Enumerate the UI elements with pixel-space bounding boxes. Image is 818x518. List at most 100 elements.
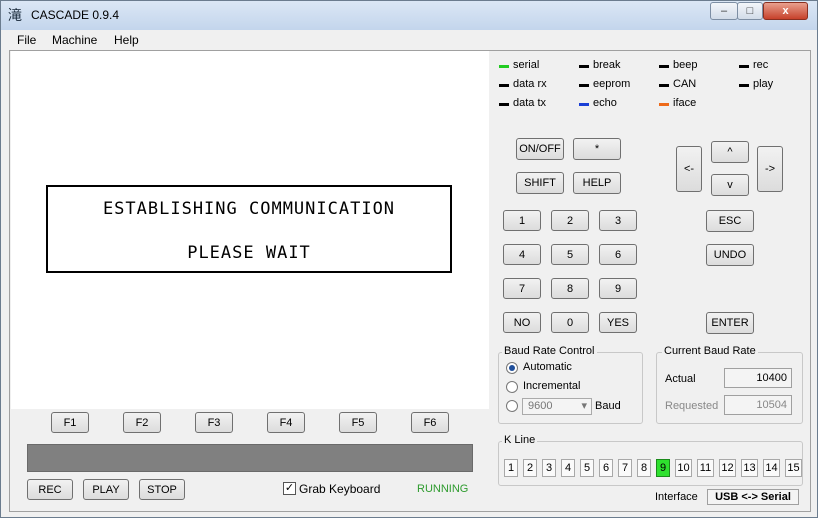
f2-button[interactable]: F2 xyxy=(123,412,161,433)
minimize-button[interactable]: – xyxy=(710,2,738,20)
kanji-app-icon: 滝 xyxy=(8,7,22,23)
enter-button[interactable]: ENTER xyxy=(706,312,754,334)
indicator-led xyxy=(499,84,509,87)
k-line-10-option[interactable]: 10 xyxy=(675,459,692,477)
indicator-label: data rx xyxy=(513,78,547,90)
k-line-3-option[interactable]: 3 xyxy=(542,459,556,477)
title-bar[interactable]: 滝 CASCADE 0.9.4 – □ x xyxy=(1,1,817,30)
down-arrow-button[interactable]: v xyxy=(711,174,749,196)
indicator-led xyxy=(739,65,749,68)
indicator-label: break xyxy=(593,59,621,71)
left-arrow-button[interactable]: <- xyxy=(676,146,702,192)
app-window: 滝 CASCADE 0.9.4 – □ x File Machine Help … xyxy=(0,0,818,518)
k-line-14-option[interactable]: 14 xyxy=(763,459,780,477)
indicator-led xyxy=(659,65,669,68)
indicator-led xyxy=(499,65,509,68)
close-button[interactable]: x xyxy=(763,2,808,20)
indicator-led xyxy=(579,65,589,68)
menu-machine[interactable]: Machine xyxy=(52,33,97,47)
undo-button[interactable]: UNDO xyxy=(706,244,754,266)
f3-button[interactable]: F3 xyxy=(195,412,233,433)
shift-button[interactable]: SHIFT xyxy=(516,172,564,194)
f4-button[interactable]: F4 xyxy=(267,412,305,433)
indicator-led xyxy=(579,84,589,87)
chevron-down-icon: ▾ xyxy=(581,400,587,412)
lcd-line-2: PLEASE WAIT xyxy=(187,243,311,263)
k-line-7-option[interactable]: 7 xyxy=(618,459,632,477)
key-4-button[interactable]: 4 xyxy=(503,244,541,265)
help-button[interactable]: HELP xyxy=(573,172,621,194)
grab-keyboard-checkbox[interactable]: ✓ xyxy=(283,482,296,495)
indicator-led xyxy=(659,84,669,87)
status-running: RUNNING xyxy=(417,483,469,495)
key-0-button[interactable]: 0 xyxy=(551,312,589,333)
indicator-led xyxy=(739,84,749,87)
window-title: CASCADE 0.9.4 xyxy=(31,8,120,22)
baud-select[interactable]: 9600 ▾ xyxy=(522,398,592,415)
menu-bar: File Machine Help xyxy=(9,30,809,50)
k-line-9-option[interactable]: 9 xyxy=(656,459,670,477)
incremental-radio[interactable] xyxy=(506,381,518,393)
actual-label: Actual xyxy=(665,373,696,385)
indicator-led xyxy=(579,103,589,106)
k-line-12-option[interactable]: 12 xyxy=(719,459,736,477)
automatic-radio[interactable] xyxy=(506,362,518,374)
k-line-6-option[interactable]: 6 xyxy=(599,459,613,477)
indicator-label: iface xyxy=(673,97,697,109)
stop-button[interactable]: STOP xyxy=(139,479,185,500)
key-7-button[interactable]: 7 xyxy=(503,278,541,299)
k-line-15-option[interactable]: 15 xyxy=(785,459,802,477)
yes-button[interactable]: YES xyxy=(599,312,637,333)
indicator-label: rec xyxy=(753,59,769,71)
up-arrow-button[interactable]: ^ xyxy=(711,141,749,163)
lcd-line-1: ESTABLISHING COMMUNICATION xyxy=(102,199,396,219)
k-line-title: K Line xyxy=(502,434,538,446)
k-line-8-option[interactable]: 8 xyxy=(637,459,651,477)
no-button[interactable]: NO xyxy=(503,312,541,333)
interface-label: Interface xyxy=(655,491,698,503)
menu-file[interactable]: File xyxy=(17,33,36,47)
key-8-button[interactable]: 8 xyxy=(551,278,589,299)
key-5-button[interactable]: 5 xyxy=(551,244,589,265)
menu-help[interactable]: Help xyxy=(114,33,139,47)
k-line-1-option[interactable]: 1 xyxy=(504,459,518,477)
key-6-button[interactable]: 6 xyxy=(599,244,637,265)
k-line-4-option[interactable]: 4 xyxy=(561,459,575,477)
interface-value: USB <-> Serial xyxy=(707,489,799,505)
maximize-button[interactable]: □ xyxy=(737,2,763,20)
indicator-label: eeprom xyxy=(593,78,631,90)
indicator-label: beep xyxy=(673,59,698,71)
key-2-button[interactable]: 2 xyxy=(551,210,589,231)
requested-baud-field: 10504 xyxy=(724,395,792,415)
requested-label: Requested xyxy=(665,400,719,412)
incremental-label: Incremental xyxy=(523,380,581,392)
grab-keyboard-label: Grab Keyboard xyxy=(299,482,381,496)
f5-button[interactable]: F5 xyxy=(339,412,377,433)
onoff-button[interactable]: ON/OFF xyxy=(516,138,564,160)
key-3-button[interactable]: 3 xyxy=(599,210,637,231)
star-button[interactable]: * xyxy=(573,138,621,160)
k-line-13-option[interactable]: 13 xyxy=(741,459,758,477)
fixed-baud-radio[interactable] xyxy=(506,400,518,412)
key-1-button[interactable]: 1 xyxy=(503,210,541,231)
right-arrow-button[interactable]: -> xyxy=(757,146,783,192)
play-button[interactable]: PLAY xyxy=(83,479,129,500)
actual-baud-field: 10400 xyxy=(724,368,792,388)
k-line-5-option[interactable]: 5 xyxy=(580,459,594,477)
baud-unit-label: Baud xyxy=(595,400,621,412)
rec-button[interactable]: REC xyxy=(27,479,73,500)
f1-button[interactable]: F1 xyxy=(51,412,89,433)
k-line-2-option[interactable]: 2 xyxy=(523,459,537,477)
k-line-11-option[interactable]: 11 xyxy=(697,459,714,477)
f6-button[interactable]: F6 xyxy=(411,412,449,433)
indicator-label: play xyxy=(753,78,774,90)
baud-rate-control-title: Baud Rate Control xyxy=(502,345,597,357)
automatic-label: Automatic xyxy=(523,361,572,373)
esc-button[interactable]: ESC xyxy=(706,210,754,232)
indicator-label: serial xyxy=(513,59,540,71)
progress-bar xyxy=(27,444,473,472)
indicator-led xyxy=(659,103,669,106)
indicator-label: echo xyxy=(593,97,617,109)
key-9-button[interactable]: 9 xyxy=(599,278,637,299)
indicator-label: data tx xyxy=(513,97,547,109)
